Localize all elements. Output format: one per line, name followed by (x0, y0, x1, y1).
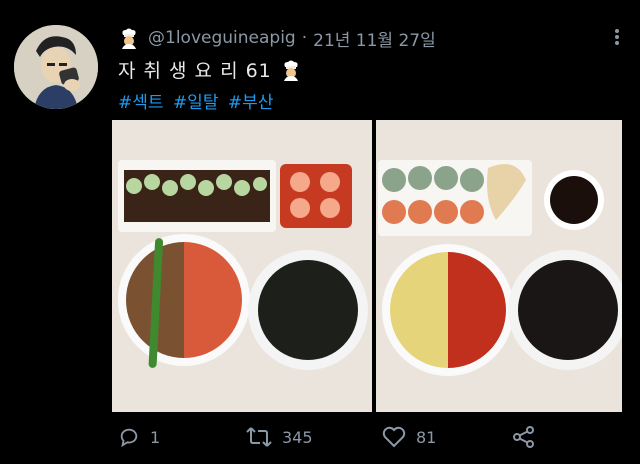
retweet-count: 345 (282, 427, 313, 447)
like-button[interactable]: 81 (382, 426, 436, 448)
hashtag[interactable]: #부산 (228, 93, 274, 113)
share-icon (513, 426, 534, 448)
tweet-text-content: 자 취 생 요 리 61 (118, 60, 272, 82)
hashtag[interactable]: #섹트 (118, 93, 164, 113)
tweet-handle[interactable]: @1loveguineapig (148, 28, 296, 48)
like-count: 81 (416, 427, 437, 447)
more-icon[interactable] (614, 28, 620, 46)
tweet-text: 자 취 생 요 리 61 (118, 56, 302, 83)
hashtag[interactable]: #일탈 (173, 93, 219, 113)
heart-icon (382, 426, 406, 448)
food-photo-1[interactable] (112, 120, 372, 412)
reply-icon (120, 428, 138, 448)
share-button[interactable] (512, 426, 546, 448)
food-photo-2[interactable] (376, 120, 626, 412)
media-grid (106, 116, 626, 416)
separator: · (301, 28, 308, 48)
chef-emoji-icon (122, 28, 136, 49)
hashtags: #섹트 #일탈 #부산 (118, 88, 277, 113)
chef-emoji-icon (283, 60, 298, 81)
tweet-actions: 1 345 81 (0, 426, 640, 456)
avatar[interactable] (14, 25, 98, 109)
reply-count: 1 (150, 427, 161, 447)
retweet-icon (246, 427, 272, 447)
tweet-header: @1loveguineapig · 21년 11월 27일 (118, 26, 618, 51)
reply-button[interactable]: 1 (118, 426, 160, 448)
avatar-illustration (14, 25, 98, 109)
retweet-button[interactable]: 345 (246, 426, 313, 448)
tweet-date[interactable]: 21년 11월 27일 (313, 26, 436, 51)
